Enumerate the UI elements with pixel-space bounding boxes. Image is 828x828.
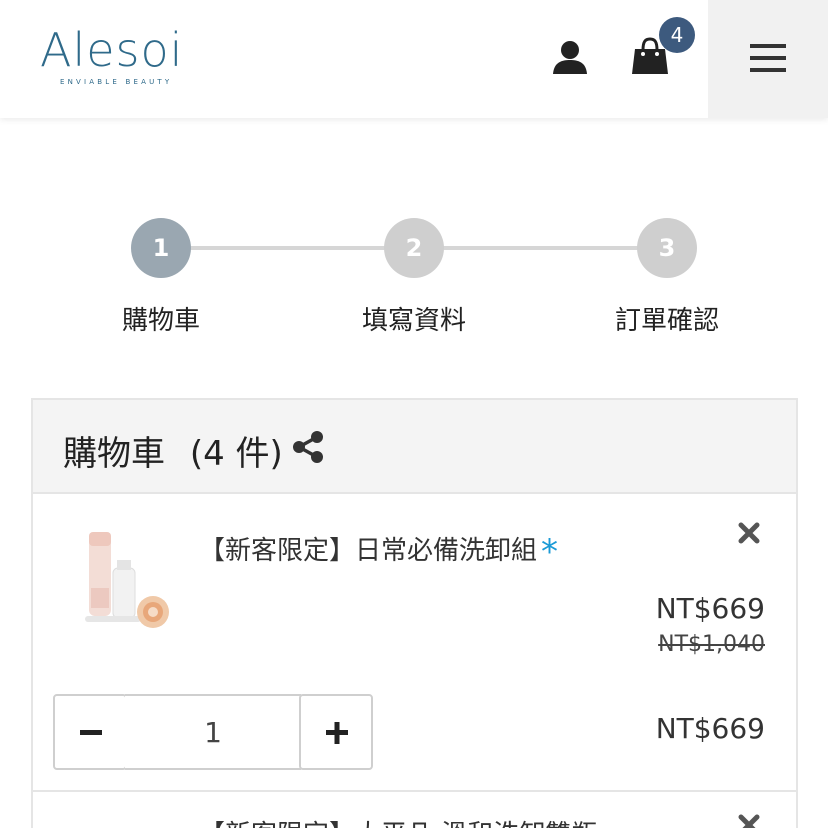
logo-tagline: ENVIABLE BEAUTY (60, 78, 173, 86)
step-2-circle: 2 (384, 218, 444, 278)
step-2-label: 填寫資料 (361, 306, 466, 336)
close-icon[interactable] (736, 812, 762, 828)
step-3-label: 訂單確認 (614, 306, 719, 336)
close-icon[interactable] (736, 520, 762, 546)
quantity-decrease-button[interactable] (53, 694, 127, 770)
product-name-text: 【新客限定】日常必備洗卸組 (199, 536, 538, 566)
cart-title-text: 購物車 (63, 434, 165, 474)
plus-icon (326, 722, 348, 744)
quantity-increase-button[interactable] (299, 694, 373, 770)
product-thumbnail[interactable] (81, 528, 175, 638)
logo-wordmark: Alesoi (40, 23, 184, 77)
cart-panel: 購物車 (4 件) 【新客限定】日常必備洗卸組 * NT$669 NT$1,040 (31, 398, 798, 828)
sale-price: NT$669 (655, 592, 765, 625)
original-price: NT$1,040 (658, 632, 765, 657)
step-connector (190, 246, 386, 250)
brand-logo[interactable]: Alesoi ENVIABLE BEAUTY (40, 24, 200, 90)
quantity-input[interactable] (125, 694, 301, 770)
cart-item-count: (4 件) (189, 434, 283, 474)
menu-bar (750, 44, 786, 48)
cart-count-badge[interactable]: 4 (659, 17, 695, 53)
minus-icon (80, 730, 102, 735)
required-mark: * (541, 532, 559, 572)
step-1-label: 購物車 (121, 306, 200, 336)
share-icon[interactable] (291, 430, 325, 464)
step-connector (443, 246, 639, 250)
site-header: Alesoi ENVIABLE BEAUTY 4 (0, 0, 828, 118)
cart-header: 購物車 (4 件) (33, 400, 796, 494)
step-1-circle: 1 (131, 218, 191, 278)
user-icon[interactable] (552, 40, 588, 76)
product-name[interactable]: 【新客限定】大平凡 溫和洗卸雙瓶... (199, 814, 622, 828)
hamburger-menu-button[interactable] (708, 0, 828, 118)
menu-bar (750, 68, 786, 72)
step-3-circle: 3 (637, 218, 697, 278)
menu-bar (750, 56, 786, 60)
cart-title: 購物車 (4 件) (63, 426, 283, 475)
item-divider (33, 790, 796, 792)
product-name[interactable]: 【新客限定】日常必備洗卸組 * (199, 528, 558, 572)
line-total-price: NT$669 (655, 712, 765, 745)
